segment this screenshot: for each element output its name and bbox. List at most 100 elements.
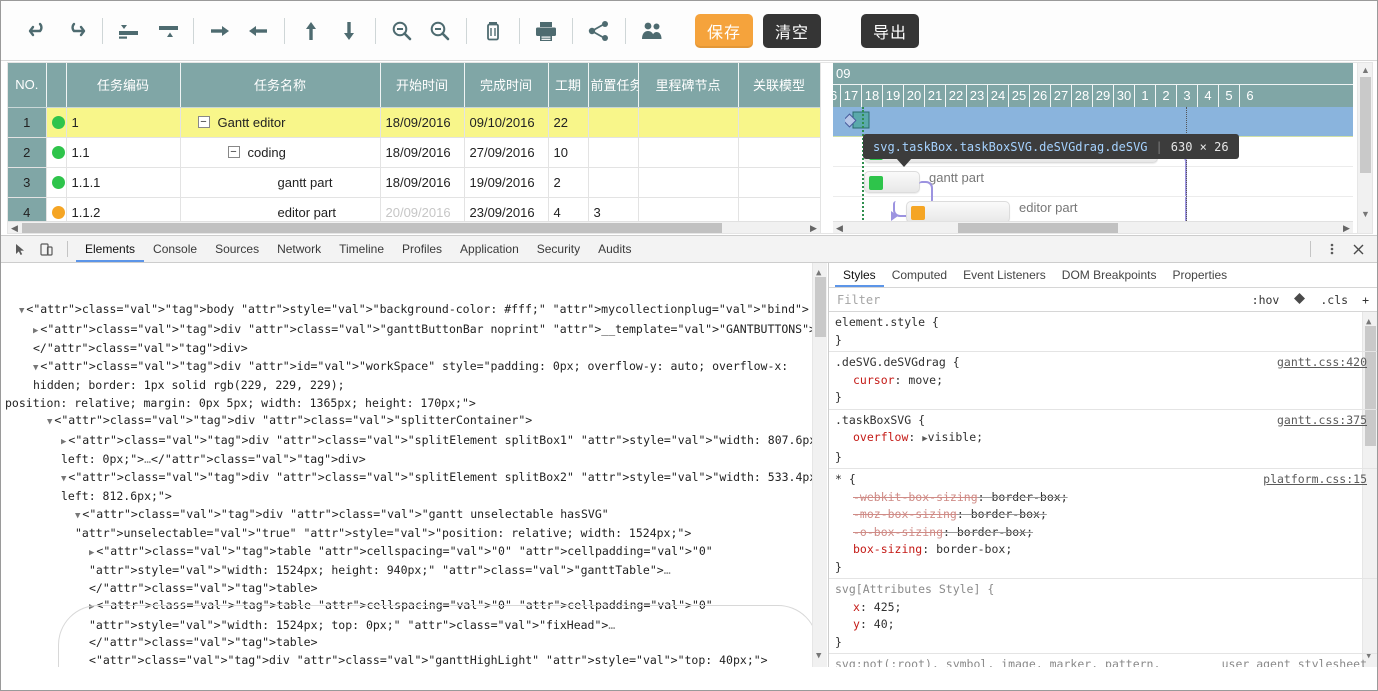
clear-button[interactable]: 清空 [763, 13, 822, 48]
style-rule[interactable]: user agent stylesheet svg:not(:root), sym… [829, 654, 1377, 667]
rule-selector[interactable]: * { [835, 472, 856, 486]
value-disclosure-icon[interactable]: ▶ [922, 434, 927, 444]
cell-task-code[interactable]: 1.1 [66, 137, 181, 168]
cell-predecessor[interactable] [588, 137, 639, 168]
col-milestone[interactable]: 里程碑节点 [638, 63, 739, 108]
cell-start-date[interactable]: 18/09/2016 [380, 107, 465, 138]
cell-task-name[interactable]: − coding [180, 137, 381, 168]
rule-selector[interactable]: .taskBoxSVG { [835, 413, 925, 427]
scroll-left-arrow-icon[interactable]: ◀ [8, 223, 21, 234]
dom-tree-line[interactable]: ▼ <"attr">class="val">"tag">div "attr">cl… [1, 412, 827, 432]
cell-related-model[interactable] [738, 107, 820, 138]
dom-vscrollbar[interactable]: ▲ ▼ [812, 263, 827, 667]
style-declaration[interactable]: -webkit-box-sizing: border-box; [835, 489, 1377, 507]
hov-toggle[interactable]: :hov [1252, 293, 1280, 307]
timeline-day-cell[interactable]: 4 [1197, 85, 1218, 107]
cell-task-name[interactable]: − Gantt editor [180, 107, 381, 138]
share-icon[interactable] [580, 12, 618, 50]
cell-duration[interactable]: 10 [548, 137, 589, 168]
scroll-down-arrow-icon[interactable]: ▼ [1361, 209, 1370, 219]
cell-predecessor[interactable] [588, 167, 639, 198]
dom-tree-line[interactable]: ▼ <"attr">class="val">"tag">body "attr">s… [1, 301, 827, 321]
cell-milestone[interactable] [638, 107, 739, 138]
timeline-day-cell[interactable]: 16 [833, 85, 840, 107]
timeline-day-cell[interactable]: 23 [966, 85, 987, 107]
zoom-out-icon[interactable] [383, 12, 421, 50]
twisty-open-icon[interactable]: ▼ [19, 306, 24, 316]
redo-icon[interactable] [57, 12, 95, 50]
timeline-row[interactable] [833, 107, 1353, 137]
timeline-day-cell[interactable]: 28 [1071, 85, 1092, 107]
col-duration[interactable]: 工期 [548, 63, 589, 108]
cell-related-model[interactable] [738, 167, 820, 198]
styles-filter-input[interactable]: Filter [837, 293, 1238, 307]
twisty-closed-icon[interactable]: ▶ [33, 326, 38, 336]
dom-tree-pane[interactable]: ▼ <"attr">class="val">"tag">body "attr">s… [1, 263, 827, 667]
timeline-day-cell[interactable]: 1 [1134, 85, 1155, 107]
cell-milestone[interactable] [638, 137, 739, 168]
scroll-down-arrow-icon[interactable]: ▼ [816, 648, 821, 666]
styles-rules-list[interactable]: ▲ ▼ element.style {} gantt.css:420 .deSVG.… [829, 312, 1377, 667]
styles-tab-properties[interactable]: Properties [1164, 263, 1235, 287]
cell-end-date[interactable]: 19/09/2016 [464, 167, 549, 198]
rule-selector[interactable]: .deSVG.deSVGdrag { [835, 355, 960, 369]
col-task-code[interactable]: 任务编码 [66, 63, 181, 108]
scroll-right-arrow-icon[interactable]: ▶ [1340, 223, 1353, 234]
cell-start-date[interactable]: 18/09/2016 [380, 167, 465, 198]
twisty-open-icon[interactable]: ▼ [47, 417, 52, 427]
rule-source-link[interactable]: gantt.css:420 [1277, 354, 1367, 372]
printer-icon[interactable] [527, 12, 565, 50]
dom-tree-line[interactable]: ▶ <"attr">class="val">"tag">table "attr">… [1, 543, 827, 598]
style-declaration[interactable]: cursor: move; [835, 372, 1377, 390]
hscroll-thumb[interactable] [22, 223, 722, 233]
dom-tree-line[interactable]: ▼ <"attr">class="val">"tag">div "attr">cl… [1, 506, 827, 543]
devtools-tab-network[interactable]: Network [268, 236, 330, 262]
col-related-model[interactable]: 关联模型 [738, 63, 820, 108]
cell-milestone[interactable] [638, 167, 739, 198]
timeline-day-cell[interactable]: 24 [987, 85, 1008, 107]
indent-row-icon[interactable] [148, 12, 186, 50]
add-rule-button[interactable]: + [1362, 293, 1369, 307]
cls-toggle[interactable]: .cls [1320, 293, 1348, 307]
cell-task-name[interactable]: gantt part [180, 167, 381, 198]
timeline-day-cell[interactable]: 5 [1218, 85, 1239, 107]
twisty-open-icon[interactable]: ▼ [61, 474, 66, 484]
scroll-right-arrow-icon[interactable]: ▶ [807, 223, 820, 234]
task-bar-editor-part[interactable] [906, 201, 1010, 223]
cell-task-code[interactable]: 1.1.1 [66, 167, 181, 198]
style-rule[interactable]: gantt.css:375 .taskBoxSVG {overflow: ▶vis… [829, 410, 1377, 469]
style-rule[interactable]: gantt.css:420 .deSVG.deSVGdrag { cursor: m… [829, 352, 1377, 410]
arrow-down-icon[interactable] [330, 12, 368, 50]
row-status[interactable] [46, 167, 67, 198]
more-options-icon[interactable] [1319, 237, 1345, 261]
timeline-day-cell[interactable]: 29 [1092, 85, 1113, 107]
twisty-open-icon[interactable]: ▼ [75, 511, 80, 521]
devtools-tab-sources[interactable]: Sources [206, 236, 268, 262]
left-hscrollbar[interactable]: ◀ ▶ [8, 221, 820, 234]
devtools-tab-timeline[interactable]: Timeline [330, 236, 393, 262]
gantt-vscrollbar[interactable]: ▲ ▼ [1357, 63, 1372, 233]
arrow-up-icon[interactable] [292, 12, 330, 50]
splitter-handle[interactable] [820, 63, 833, 233]
timeline-day-cell[interactable]: 2 [1155, 85, 1176, 107]
right-hscrollbar[interactable]: ◀ ▶ [833, 221, 1353, 234]
timeline-day-cell[interactable]: 18 [861, 85, 882, 107]
rule-source-link[interactable]: gantt.css:375 [1277, 412, 1367, 430]
col-predecessor[interactable]: 前置任务 [588, 63, 639, 108]
row-status[interactable] [46, 107, 67, 138]
twisty-closed-icon[interactable]: ▶ [89, 548, 94, 558]
table-row[interactable]: 1 1− Gantt editor 18/09/2016 09/10/2016 22 [8, 107, 820, 138]
row-expander-icon[interactable]: − [227, 146, 240, 158]
close-devtools-icon[interactable] [1345, 237, 1371, 261]
people-icon[interactable] [633, 12, 671, 50]
twisty-open-icon[interactable]: ▼ [33, 363, 38, 373]
timeline-day-cell[interactable]: 6 [1239, 85, 1260, 107]
cell-task-code[interactable]: 1 [66, 107, 181, 138]
arrow-left-icon[interactable] [239, 12, 277, 50]
timeline-day-cell[interactable]: 26 [1029, 85, 1050, 107]
hscroll-thumb[interactable] [958, 223, 1118, 233]
timeline-day-cell[interactable]: 21 [924, 85, 945, 107]
style-declaration[interactable]: -o-box-sizing: border-box; [835, 524, 1377, 542]
table-row[interactable]: 3 1.1.1 gantt part 18/09/2016 19/09/2016 2 [8, 167, 820, 198]
timeline-day-cell[interactable]: 3 [1176, 85, 1197, 107]
